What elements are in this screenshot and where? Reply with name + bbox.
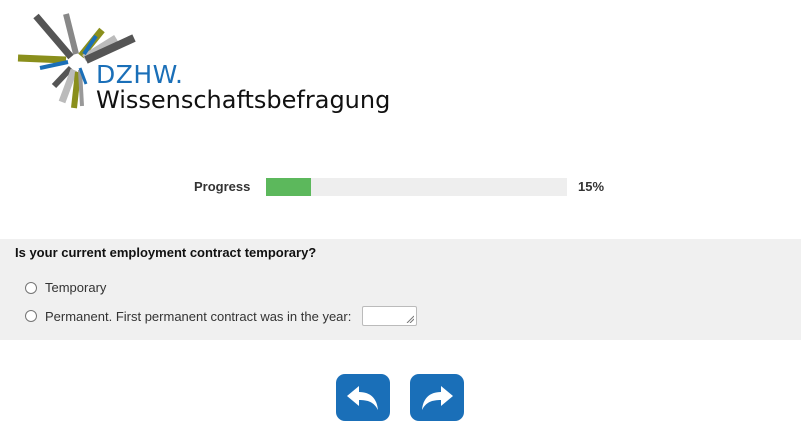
option-temporary[interactable]: Temporary [25,280,106,295]
year-input[interactable] [362,306,418,326]
dzhw-logo: DZHW. Wissenschaftsbefragung [16,10,390,120]
undo-arrow-icon [347,385,378,410]
radio-temporary[interactable] [25,281,37,294]
option-permanent-label: Permanent. First permanent contract was … [45,308,352,324]
progress-fill [266,178,312,196]
logo-subbrand-text: Wissenschaftsbefragung [96,86,391,114]
question-text: Is your current employment contract temp… [15,245,317,260]
option-permanent[interactable]: Permanent. First permanent contract was … [25,306,418,326]
resize-grip-icon [407,315,415,323]
survey-page: DZHW. Wissenschaftsbefragung Progress 15… [0,0,801,430]
progress-label: Progress [194,179,251,194]
next-button[interactable] [410,374,464,421]
progress-indicator: Progress 15% [194,177,614,197]
radio-permanent[interactable] [25,310,37,322]
back-button[interactable] [336,374,390,421]
redo-arrow-icon [422,385,453,410]
progress-track [266,178,567,196]
option-temporary-label: Temporary [45,280,107,295]
logo-brand-text: DZHW. [96,60,184,89]
progress-value: 15% [578,179,605,194]
question-block: Is your current employment contract temp… [0,239,801,340]
